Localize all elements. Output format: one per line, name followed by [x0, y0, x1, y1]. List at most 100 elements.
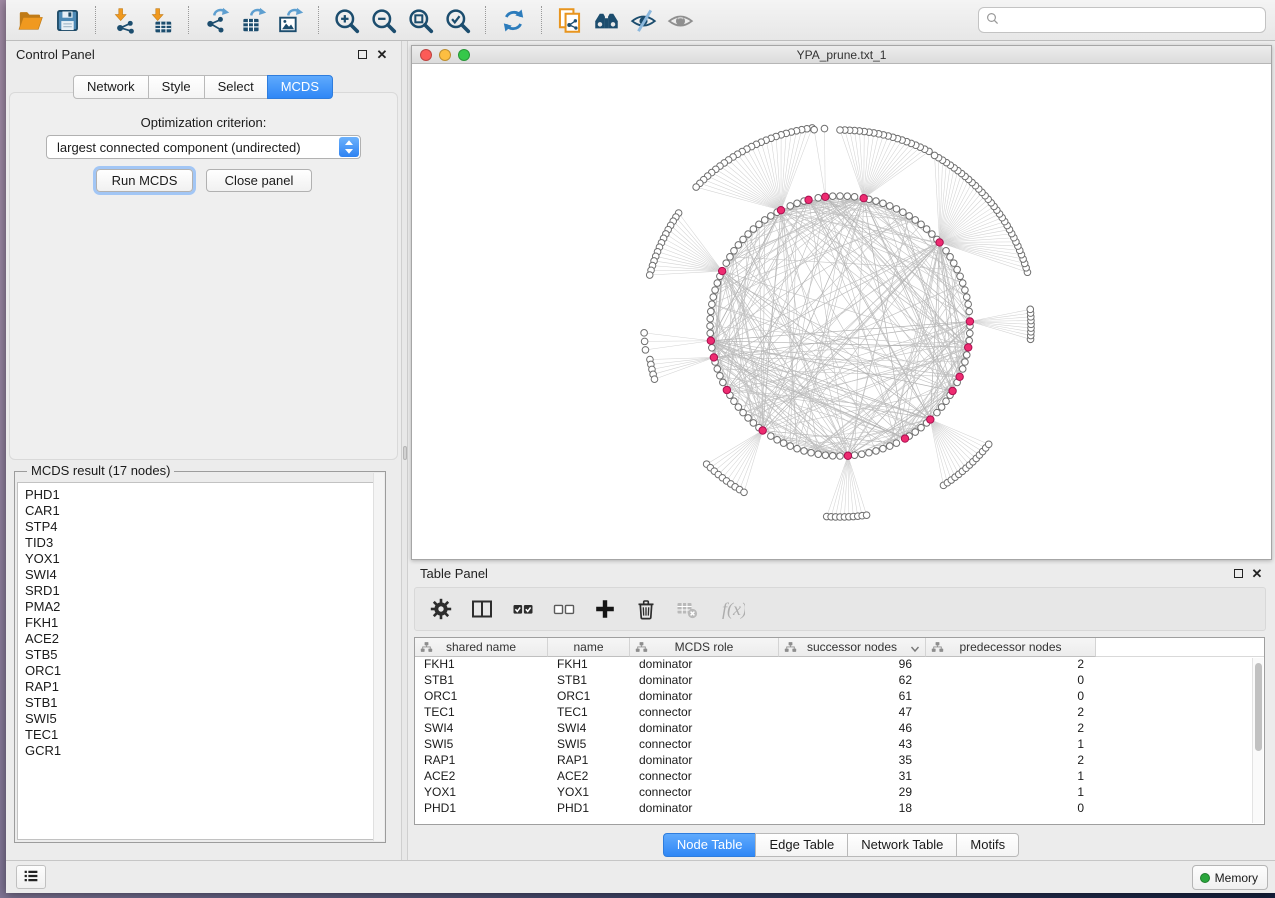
mcds-result-item[interactable]: STB5 [25, 647, 382, 663]
close-table-panel-icon[interactable]: ✕ [1250, 567, 1264, 581]
import-table-button[interactable] [142, 3, 179, 37]
table-row[interactable]: RAP1RAP1dominator352 [415, 753, 1264, 769]
mcds-result-item[interactable]: STB1 [25, 695, 382, 711]
mcds-result-item[interactable]: FKH1 [25, 615, 382, 631]
network-node [966, 330, 973, 337]
network-node [886, 203, 893, 210]
close-panel-icon[interactable]: ✕ [375, 48, 389, 62]
chevron-down-icon[interactable] [910, 643, 920, 653]
splitter-grip[interactable] [403, 446, 407, 460]
mcds-result-item[interactable]: TEC1 [25, 727, 382, 743]
mcds-result-item[interactable]: ORC1 [25, 663, 382, 679]
export-image-button[interactable] [272, 3, 309, 37]
tab-network[interactable]: Network [73, 75, 149, 99]
tab-style[interactable]: Style [148, 75, 205, 99]
table-row[interactable]: STB1STB1dominator620 [415, 673, 1264, 689]
network-node [837, 193, 844, 200]
deselect-all-checkboxes-button[interactable] [550, 595, 578, 623]
settings-gear-button[interactable] [427, 595, 455, 623]
cell-shared-name: TEC1 [415, 705, 548, 721]
network-node [966, 308, 973, 315]
export-network-button[interactable] [198, 3, 235, 37]
table-row[interactable]: ACE2ACE2connector311 [415, 769, 1264, 785]
mcds-result-item[interactable]: RAP1 [25, 679, 382, 695]
table-row[interactable]: PHD1PHD1dominator180 [415, 801, 1264, 817]
refresh-view-button[interactable] [495, 3, 532, 37]
svg-text:f(x): f(x) [722, 599, 745, 620]
column-label: predecessor nodes [959, 640, 1061, 654]
task-history-button[interactable] [16, 865, 46, 889]
zoom-in-button[interactable] [328, 3, 365, 37]
run-mcds-button[interactable]: Run MCDS [96, 169, 193, 192]
tab-motifs[interactable]: Motifs [956, 833, 1019, 857]
panel-splitter[interactable] [401, 41, 408, 860]
mcds-result-item[interactable]: STP4 [25, 519, 382, 535]
close-panel-button[interactable]: Close panel [206, 169, 312, 192]
table-row[interactable]: YOX1YOX1connector291 [415, 785, 1264, 801]
cell-name: ORC1 [548, 689, 630, 705]
network-node [985, 441, 992, 448]
search-network-button[interactable] [588, 3, 625, 37]
mcds-result-item[interactable]: TID3 [25, 535, 382, 551]
delete-table-button [673, 595, 701, 623]
network-node [794, 200, 801, 207]
table-row[interactable]: SWI4SWI4dominator462 [415, 721, 1264, 737]
network-view-titlebar[interactable]: YPA_prune.txt_1 [412, 46, 1271, 64]
column-header-name[interactable]: name [548, 638, 630, 657]
mcds-result-list[interactable]: PHD1CAR1STP4TID3YOX1SWI4SRD1PMA2FKH1ACE2… [17, 482, 383, 840]
optimization-criterion-label: Optimization criterion: [10, 115, 397, 130]
table-scrollbar-thumb[interactable] [1255, 663, 1262, 751]
tab-edge-table[interactable]: Edge Table [755, 833, 848, 857]
mcds-result-item[interactable]: CAR1 [25, 503, 382, 519]
show-hidden-button[interactable] [662, 3, 699, 37]
export-table-button[interactable] [235, 3, 272, 37]
mcds-result-item[interactable]: PMA2 [25, 599, 382, 615]
import-network-button[interactable] [105, 3, 142, 37]
table-row[interactable]: FKH1FKH1dominator962 [415, 657, 1264, 673]
hide-selected-button[interactable] [625, 3, 662, 37]
table-row[interactable]: TEC1TEC1connector472 [415, 705, 1264, 721]
search-input[interactable] [1002, 10, 1265, 30]
save-session-button[interactable] [49, 3, 86, 37]
cell-MCDS-role: dominator [630, 657, 779, 673]
mcds-result-item[interactable]: SWI4 [25, 567, 382, 583]
network-canvas[interactable] [412, 65, 1271, 559]
mcds-result-item[interactable]: PHD1 [25, 487, 382, 503]
criterion-dropdown[interactable]: largest connected component (undirected) [46, 135, 361, 159]
search-field[interactable] [978, 7, 1266, 33]
column-header-MCDS-role[interactable]: MCDS role [630, 638, 779, 657]
cell-shared-name: SWI4 [415, 721, 548, 737]
create-column-button[interactable] [591, 595, 619, 623]
memory-button[interactable]: Memory [1192, 865, 1268, 890]
columns-browser-button[interactable] [468, 595, 496, 623]
mcds-result-item[interactable]: YOX1 [25, 551, 382, 567]
mcds-result-item[interactable]: ACE2 [25, 631, 382, 647]
delete-column-button[interactable] [632, 595, 660, 623]
network-node [731, 398, 738, 405]
table-scrollbar[interactable] [1252, 658, 1263, 823]
column-header-predecessor-nodes[interactable]: predecessor nodes [926, 638, 1096, 657]
new-network-from-selection-button[interactable] [551, 3, 588, 37]
network-node [929, 231, 936, 238]
table-row[interactable]: ORC1ORC1dominator610 [415, 689, 1264, 705]
column-header-successor-nodes[interactable]: successor nodes [779, 638, 926, 657]
mcds-result-item[interactable]: GCR1 [25, 743, 382, 759]
select-all-checkboxes-button[interactable] [509, 595, 537, 623]
zoom-fit-button[interactable] [402, 3, 439, 37]
column-header-shared-name[interactable]: shared name [415, 638, 548, 657]
mcds-list-scrollbar[interactable] [373, 473, 384, 841]
float-panel-icon[interactable] [355, 48, 369, 62]
mcds-result-item[interactable]: SWI5 [25, 711, 382, 727]
tab-network-table[interactable]: Network Table [847, 833, 957, 857]
tab-node-table[interactable]: Node Table [663, 833, 757, 857]
tab-select[interactable]: Select [204, 75, 268, 99]
mcds-result-item[interactable]: SRD1 [25, 583, 382, 599]
open-file-button[interactable] [12, 3, 49, 37]
network-node [886, 443, 893, 450]
float-table-panel-icon[interactable] [1231, 567, 1245, 581]
zoom-selected-button[interactable] [439, 3, 476, 37]
tab-mcds[interactable]: MCDS [267, 75, 333, 99]
cell-predecessor-nodes: 2 [926, 657, 1096, 673]
zoom-out-button[interactable] [365, 3, 402, 37]
table-row[interactable]: SWI5SWI5connector431 [415, 737, 1264, 753]
